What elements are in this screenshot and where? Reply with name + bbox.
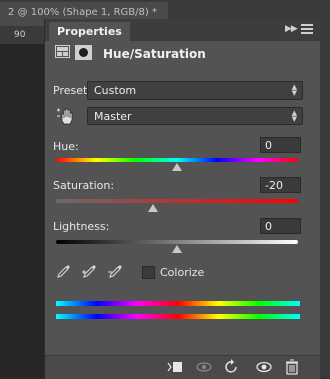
lightness-label: Lightness: <box>53 220 110 233</box>
dropdown-arrows-icon: ▲ ▼ <box>291 109 297 123</box>
clip-to-layer-icon[interactable] <box>166 359 184 375</box>
view-previous-state-icon[interactable] <box>195 359 213 375</box>
saturation-slider-thumb[interactable] <box>147 204 158 212</box>
panel-bottom-bar <box>45 355 321 379</box>
hue-input[interactable]: 0 <box>260 137 301 153</box>
panel-title: Hue/Saturation <box>103 47 206 61</box>
panel-scrollbar[interactable] <box>320 19 330 378</box>
hue-slider-track[interactable] <box>56 158 298 162</box>
hue-slider-thumb[interactable] <box>172 163 182 171</box>
saturation-slider-track[interactable] <box>56 199 298 203</box>
dropdown-arrows-icon: ▲ ▼ <box>291 83 297 97</box>
subtract-from-sample-eyedropper-icon[interactable] <box>107 262 125 280</box>
collapse-icon[interactable]: ▶▶ <box>285 24 298 34</box>
eyedropper-icon[interactable] <box>55 262 73 280</box>
targeted-adjustment-hand-icon[interactable] <box>55 105 77 127</box>
lightness-slider-thumb[interactable] <box>172 245 182 253</box>
preset-dropdown[interactable]: Custom ▲ ▼ <box>87 81 303 100</box>
input-color-bar <box>56 301 300 306</box>
properties-panel: Properties ▶▶ Hue/Saturation Preset: Cus… <box>44 19 321 379</box>
tab-properties[interactable]: Properties <box>49 22 130 41</box>
colorize-label: Colorize <box>160 266 205 279</box>
lightness-input[interactable]: 0 <box>260 218 301 234</box>
lightness-slider-track[interactable] <box>56 240 298 244</box>
saturation-label: Saturation: <box>53 179 115 192</box>
adjustment-layer-icon <box>55 45 70 58</box>
preset-label: Preset: <box>53 84 92 97</box>
channel-value: Master <box>94 110 132 123</box>
colorize-checkbox[interactable] <box>142 266 155 279</box>
ruler-label: 90 <box>14 30 26 40</box>
output-color-bar <box>56 314 300 319</box>
trash-icon[interactable] <box>283 359 301 375</box>
panel-tab-bar: Properties ▶▶ <box>45 19 321 41</box>
preset-value: Custom <box>94 84 137 97</box>
panel-menu-icon[interactable] <box>301 22 313 34</box>
mask-icon[interactable] <box>75 45 92 60</box>
reset-icon[interactable] <box>223 359 241 375</box>
add-to-sample-eyedropper-icon[interactable] <box>81 262 99 280</box>
visibility-eye-icon[interactable] <box>255 359 273 375</box>
channel-dropdown[interactable]: Master ▲ ▼ <box>87 107 303 125</box>
saturation-input[interactable]: -20 <box>260 177 301 193</box>
canvas-edge <box>0 44 44 378</box>
hue-label: Hue: <box>53 140 79 153</box>
